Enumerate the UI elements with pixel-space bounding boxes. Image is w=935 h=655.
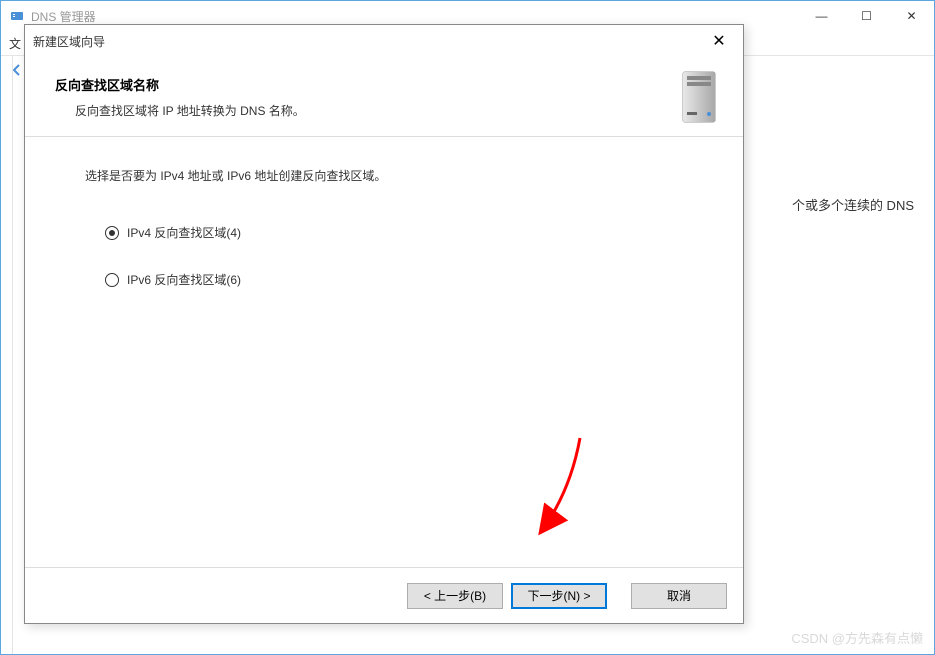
radio-icon <box>105 273 119 287</box>
radio-label: IPv6 反向查找区域(6) <box>127 271 241 288</box>
dialog-title: 新建区域向导 <box>33 33 105 50</box>
window-controls: — ☐ ✕ <box>799 1 934 31</box>
watermark: CSDN @方先森有点懒 <box>791 628 923 647</box>
radio-icon <box>105 226 119 240</box>
tree-panel <box>1 55 13 654</box>
dialog-heading: 反向查找区域名称 <box>55 75 675 94</box>
dialog-body: 选择是否要为 IPv4 地址或 IPv6 地址创建反向查找区域。 IPv4 反向… <box>25 137 743 348</box>
radio-ipv6[interactable]: IPv6 反向查找区域(6) <box>105 271 683 288</box>
content-text: 个或多个连续的 DNS <box>792 198 914 213</box>
menu-item[interactable]: 文 <box>9 35 21 52</box>
radio-label: IPv4 反向查找区域(4) <box>127 224 241 241</box>
dialog-header: 反向查找区域名称 反向查找区域将 IP 地址转换为 DNS 名称。 <box>25 57 743 137</box>
radio-ipv4[interactable]: IPv4 反向查找区域(4) <box>105 224 683 241</box>
radio-group: IPv4 反向查找区域(4) IPv6 反向查找区域(6) <box>105 224 683 288</box>
server-tower-icon <box>675 68 723 126</box>
dialog-footer: < 上一步(B) 下一步(N) > 取消 <box>25 567 743 623</box>
maximize-button[interactable]: ☐ <box>844 1 889 31</box>
new-zone-wizard-dialog: 新建区域向导 ✕ 反向查找区域名称 反向查找区域将 IP 地址转换为 DNS 名… <box>24 24 744 624</box>
back-button[interactable]: < 上一步(B) <box>407 583 503 609</box>
dialog-subheading: 反向查找区域将 IP 地址转换为 DNS 名称。 <box>75 102 675 119</box>
cancel-button[interactable]: 取消 <box>631 583 727 609</box>
close-button[interactable]: ✕ <box>889 1 934 31</box>
dialog-close-button[interactable]: ✕ <box>703 25 735 57</box>
dns-app-icon <box>9 8 25 24</box>
dialog-header-text: 反向查找区域名称 反向查找区域将 IP 地址转换为 DNS 名称。 <box>55 75 675 119</box>
annotation-arrow <box>470 433 590 553</box>
dialog-titlebar[interactable]: 新建区域向导 ✕ <box>25 25 743 57</box>
minimize-button[interactable]: — <box>799 1 844 31</box>
next-button[interactable]: 下一步(N) > <box>511 583 607 609</box>
dialog-prompt: 选择是否要为 IPv4 地址或 IPv6 地址创建反向查找区域。 <box>85 167 683 184</box>
parent-title: DNS 管理器 <box>31 8 799 25</box>
